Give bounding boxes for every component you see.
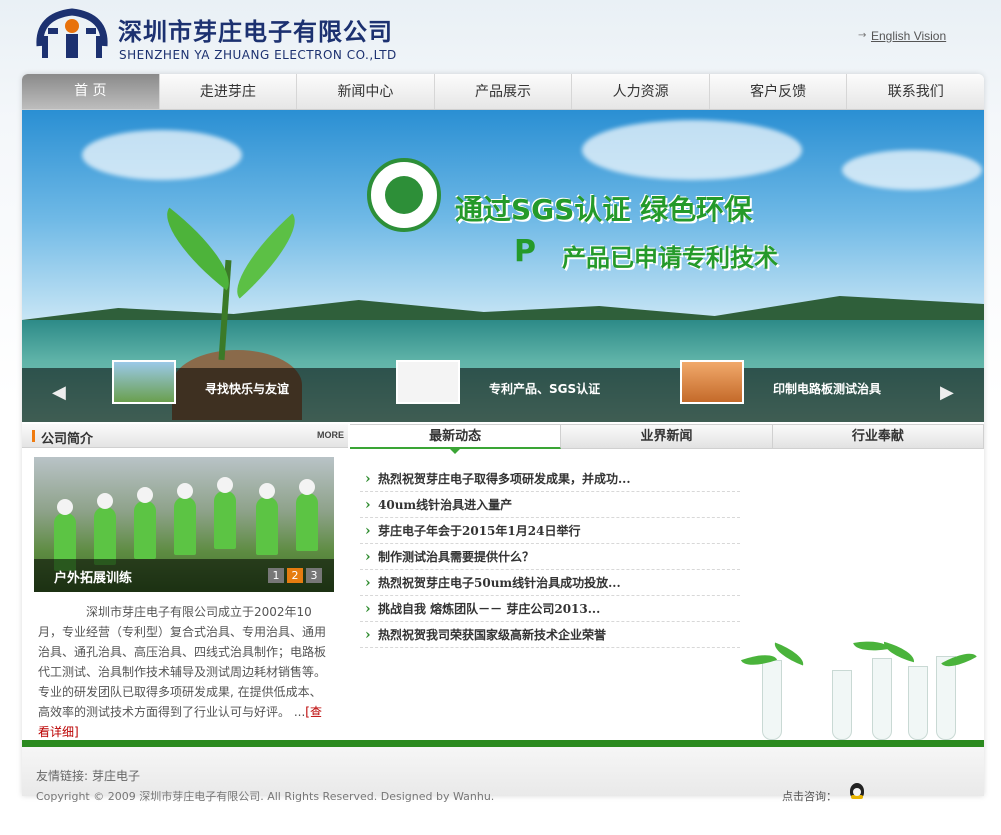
company-intro-text: 深圳市芽庄电子有限公司成立于2002年10月，专业经营（专利型）复合式治具、专用…: [38, 602, 332, 742]
company-intro-panel: 公司简介 MORE 户外拓展训练 1 2 3 深圳市芽庄电子有限公司成立于200…: [22, 424, 348, 740]
photo-figure: [259, 483, 275, 499]
section-marker-icon: [32, 430, 35, 442]
site-footer: 友情链接: 芽庄电子 Copyright © 2009 深圳市芽庄电子有限公司.…: [22, 747, 984, 803]
thumb-caption[interactable]: 专利产品、SGS认证: [489, 380, 600, 397]
nav-item-about[interactable]: 走进芽庄: [160, 74, 298, 109]
nav-item-products[interactable]: 产品展示: [435, 74, 573, 109]
cloud-decoration: [842, 150, 982, 190]
news-item[interactable]: 热烈祝贺芽庄电子取得多项研发成果，并成功...: [360, 466, 740, 492]
nav-item-news[interactable]: 新闻中心: [297, 74, 435, 109]
photo-pager-3[interactable]: 3: [306, 568, 322, 583]
news-list: 热烈祝贺芽庄电子取得多项研发成果，并成功... 40um线针治具进入量产 芽庄电…: [360, 466, 740, 648]
news-tabs: 最新动态 业界新闻 行业奉献: [350, 424, 984, 454]
thumb-image-fixture[interactable]: [680, 360, 744, 404]
nav-item-feedback[interactable]: 客户反馈: [710, 74, 848, 109]
thumb-caption[interactable]: 寻找快乐与友谊: [205, 380, 289, 397]
company-name-en: SHENZHEN YA ZHUANG ELECTRON CO.,LTD: [119, 48, 397, 62]
photo-caption: 户外拓展训练: [54, 571, 133, 586]
intro-body: 深圳市芽庄电子有限公司成立于2002年10月，专业经营（专利型）复合式治具、专用…: [38, 605, 327, 719]
arrow-right-icon: →: [858, 30, 867, 41]
cloud-decoration: [82, 130, 242, 180]
patent-mark-icon: P: [514, 234, 536, 269]
test-tube-icon: [762, 660, 782, 740]
slide-prev-icon[interactable]: ◀: [52, 382, 66, 403]
consult-label: 点击咨询：: [782, 790, 837, 803]
test-tube-icon: [832, 670, 852, 740]
news-item[interactable]: 热烈祝贺芽庄电子50um线针治具成功投放...: [360, 570, 740, 596]
copyright-text: Copyright © 2009 深圳市芽庄电子有限公司. All Rights…: [36, 790, 495, 803]
news-item[interactable]: 40um线针治具进入量产: [360, 492, 740, 518]
test-tube-icon: [936, 656, 956, 740]
slide-next-icon[interactable]: ▶: [940, 382, 954, 403]
photo-figure: [299, 479, 315, 495]
photo-figure: [97, 493, 113, 509]
sgs-certification-icon: [367, 158, 441, 232]
sprout-leaf-icon: [220, 213, 312, 299]
qq-icon[interactable]: [850, 783, 864, 799]
english-version-link[interactable]: English Vision: [871, 29, 946, 43]
photo-pager-1[interactable]: 1: [268, 568, 284, 583]
thumb-caption[interactable]: 印制电路板测试治具: [773, 380, 881, 397]
nav-item-home[interactable]: 首 页: [22, 74, 160, 109]
page-frame: 首 页 走进芽庄 新闻中心 产品展示 人力资源 客户反馈 联系我们 通过SGS认…: [22, 74, 984, 803]
photo-figure: [214, 491, 236, 549]
section-header: 公司简介 MORE: [22, 424, 348, 448]
thumb-image-sgs[interactable]: [396, 360, 460, 404]
friend-links-label: 友情链接:: [36, 769, 89, 783]
more-link[interactable]: MORE: [317, 430, 344, 440]
tab-industry-contribution[interactable]: 行业奉献: [772, 424, 984, 449]
company-name-cn: 深圳市芽庄电子有限公司: [118, 18, 393, 46]
sprout-leaf-icon: [150, 207, 246, 291]
nav-item-hr[interactable]: 人力资源: [572, 74, 710, 109]
photo-pager-2[interactable]: 2: [287, 568, 303, 583]
news-item[interactable]: 芽庄电子年会于2015年1月24日举行: [360, 518, 740, 544]
photo-figure: [57, 499, 73, 515]
banner-slogan-1: 通过SGS认证 绿色环保: [455, 193, 753, 226]
news-item[interactable]: 制作测试治具需要提供什么？: [360, 544, 740, 570]
photo-figure: [174, 497, 196, 555]
photo-figure: [217, 477, 233, 493]
sprout-leaf-icon: [853, 637, 889, 655]
test-tube-decoration: [722, 634, 982, 740]
hero-banner: 通过SGS认证 绿色环保 P 产品已申请专利技术 ◀ ▶ 寻找快乐与友谊 专利产…: [22, 110, 984, 422]
test-tube-icon: [908, 666, 928, 740]
photo-figure: [296, 493, 318, 551]
cloud-decoration: [582, 120, 802, 180]
photo-figure: [177, 483, 193, 499]
photo-figure: [137, 487, 153, 503]
photo-figure: [256, 497, 278, 555]
nav-item-contact[interactable]: 联系我们: [847, 74, 984, 109]
news-item[interactable]: 挑战自我 熔炼团队－－ 芽庄公司2013...: [360, 596, 740, 622]
thumb-image-team[interactable]: [112, 360, 176, 404]
footer-divider: [22, 740, 984, 747]
photo-figure: [134, 501, 156, 559]
news-item[interactable]: 热烈祝贺我司荣获国家级高新技术企业荣誉: [360, 622, 740, 648]
tab-latest-news[interactable]: 最新动态: [350, 424, 562, 454]
banner-slogan-2: 产品已申请专利技术: [562, 244, 778, 272]
company-logo[interactable]: [34, 6, 110, 64]
photo-figure: [94, 507, 116, 565]
section-title: 公司简介: [41, 432, 94, 447]
intro-photo[interactable]: 户外拓展训练 1 2 3: [34, 457, 334, 592]
friend-link[interactable]: 芽庄电子: [92, 767, 140, 784]
tab-industry-news[interactable]: 业界新闻: [561, 424, 773, 449]
site-header: 深圳市芽庄电子有限公司 SHENZHEN YA ZHUANG ELECTRON …: [0, 0, 1001, 75]
test-tube-icon: [872, 658, 892, 740]
main-nav: 首 页 走进芽庄 新闻中心 产品展示 人力资源 客户反馈 联系我们: [22, 74, 984, 110]
